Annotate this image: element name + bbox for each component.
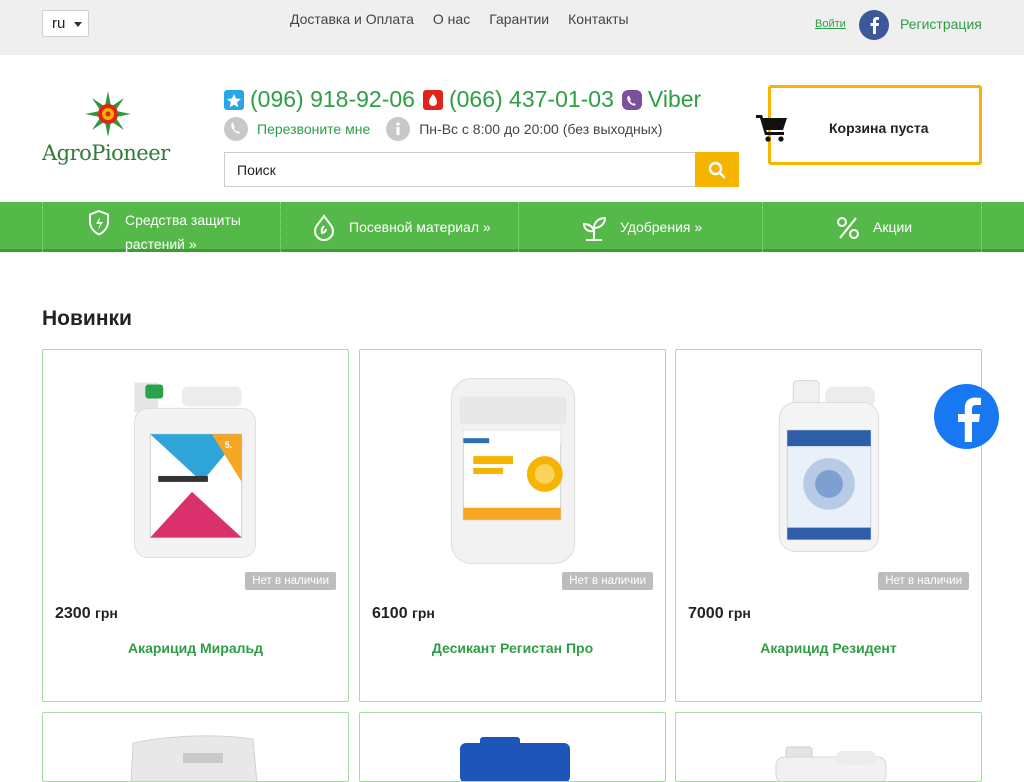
kyivstar-icon [224,89,244,110]
product-name[interactable]: Акарицид Резидент [676,640,981,656]
search-button[interactable] [695,152,739,187]
product-image [778,380,880,552]
search-bar [224,152,739,187]
seed-drop-icon [313,214,335,241]
logo-flower-icon [85,91,131,137]
product-card[interactable] [359,712,666,782]
product-card[interactable]: Нет в наличии 6100 грн Десикант Регистан… [359,349,666,702]
logo[interactable]: AgroPioneer [42,89,177,171]
search-icon [708,161,726,179]
product-price: 2300 грн [55,605,118,623]
cart-status: Корзина пуста [829,120,929,136]
category-seeds-label: Посевной материал » [349,219,491,235]
phones: (096) 918-92-06 (066) 437-01-03 Viber [224,86,709,113]
price-value: 6100 [372,605,408,622]
product-image [450,378,576,564]
stock-status-badge: Нет в наличии [562,572,653,590]
category-fertilizers[interactable]: Удобрения » [518,202,762,252]
language-select[interactable]: ru [42,10,89,37]
product-card[interactable] [42,712,349,782]
contact-info: Перезвоните мне Пн-Вс с 8:00 до 20:00 (б… [224,117,662,141]
nav-about-link[interactable]: О нас [433,11,470,27]
product-card[interactable]: Нет в наличии 7000 грн Акарицид Резидент [675,349,982,702]
product-image [130,735,258,781]
product-card[interactable]: 5. Нет в наличии 2300 грн Акарицид Мирал… [42,349,349,702]
stock-status-badge: Нет в наличии [878,572,969,590]
top-bar: ru Доставка и Оплата О нас Гарантии Конт… [0,0,1024,55]
phone-icon [224,117,248,141]
category-plant-protection-label-1: Средства защиты [125,212,241,228]
chevron-down-icon [74,22,82,27]
viber-icon [621,89,642,110]
login-link[interactable]: Войти [815,18,846,30]
sprout-icon [582,216,607,241]
percent-icon [837,217,859,239]
stock-status-badge: Нет в наличии [245,572,336,590]
top-nav: Доставка и Оплата О нас Гарантии Контакт… [290,11,648,27]
category-plant-protection-label-2: растений » [125,236,197,252]
nav-delivery-link[interactable]: Доставка и Оплата [290,11,414,27]
facebook-widget-icon[interactable] [934,384,999,449]
viber-link[interactable]: Viber [648,86,701,113]
cart-icon[interactable] [756,114,788,147]
nav-contacts-link[interactable]: Контакты [568,11,628,27]
phone-kyivstar[interactable]: (096) 918-92-06 [250,86,415,113]
price-currency: грн [412,605,435,621]
category-plant-protection[interactable]: Средства защиты растений » [42,202,280,252]
section-title: Новинки [42,307,132,330]
search-input[interactable] [224,152,696,187]
working-hours: Пн-Вс с 8:00 до 20:00 (без выходных) [419,121,663,137]
product-name[interactable]: Десикант Регистан Про [360,640,665,656]
info-icon [386,117,411,141]
facebook-login-icon[interactable] [859,10,889,40]
price-value: 7000 [688,605,724,622]
register-link[interactable]: Регистрация [900,16,982,32]
product-image [775,746,887,781]
category-fertilizers-label: Удобрения » [620,219,703,235]
price-currency: грн [728,605,751,621]
price-currency: грн [95,605,118,621]
product-price: 6100 грн [372,605,435,623]
svg-text:5.: 5. [225,440,232,450]
shield-icon [89,209,109,236]
phone-vodafone[interactable]: (066) 437-01-03 [449,86,614,113]
category-promotions[interactable]: Акции [762,202,982,252]
vodafone-icon [422,89,443,110]
product-image: 5. [133,382,257,558]
product-card[interactable] [675,712,982,782]
nav-guarantee-link[interactable]: Гарантии [489,11,549,27]
price-value: 2300 [55,605,91,622]
category-promotions-label: Акции [873,219,913,235]
product-price: 7000 грн [688,605,751,623]
category-seeds[interactable]: Посевной материал » [280,202,518,252]
category-menu: Средства защиты растений » Посевной мате… [0,202,1024,252]
callback-link[interactable]: Перезвоните мне [257,121,370,137]
logo-text: AgroPioneer [42,141,170,165]
language-value: ru [52,15,66,32]
product-image [460,737,570,781]
cart-box[interactable]: Корзина пуста [768,85,982,165]
product-name[interactable]: Акарицид Миральд [43,640,348,656]
